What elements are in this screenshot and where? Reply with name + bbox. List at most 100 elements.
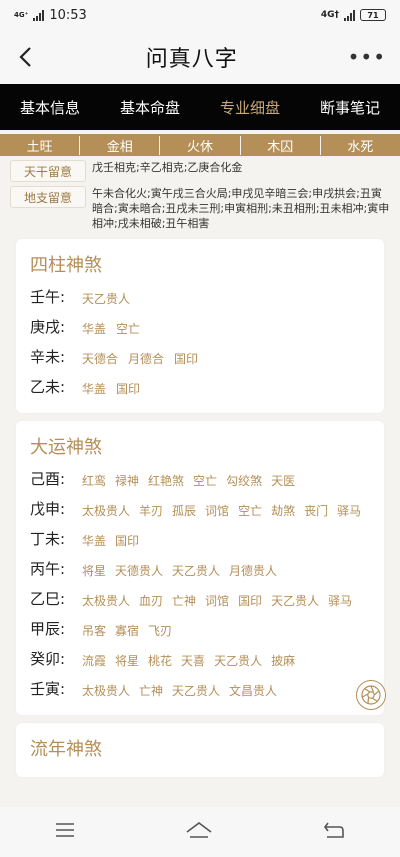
shensha-tag[interactable]: 劫煞 xyxy=(271,500,295,522)
sizhu-shensha-title: 四柱神煞 xyxy=(30,255,102,276)
shensha-tag[interactable]: 天乙贵人 xyxy=(82,288,130,310)
wuxing-bar: 土旺 金相 火休 木囚 水死 xyxy=(0,134,400,156)
tab-basic-chart[interactable]: 基本命盘 xyxy=(120,97,180,118)
shensha-tag[interactable]: 文昌贵人 xyxy=(229,680,277,702)
back-nav-icon[interactable] xyxy=(323,821,345,843)
ganzhi-label: 辛未: xyxy=(30,348,66,366)
shensha-tag[interactable]: 国印 xyxy=(238,590,262,612)
wuxing-wood: 木囚 xyxy=(241,135,321,155)
shensha-tag[interactable]: 华盖 xyxy=(82,378,106,400)
shensha-tag[interactable]: 天乙贵人 xyxy=(172,680,220,702)
shensha-tag[interactable]: 禄神 xyxy=(115,470,139,492)
wuxing-water: 水死 xyxy=(347,139,374,155)
shensha-tag[interactable]: 天乙贵人 xyxy=(271,590,319,612)
shensha-tag[interactable]: 太极贵人 xyxy=(82,590,130,612)
shensha-row: 辛未: 天德合 月德合 国印 xyxy=(30,343,372,371)
shensha-row: 庚戌: 华盖 空亡 xyxy=(30,313,372,341)
status-left: 4G⁺ 10:53 xyxy=(14,8,87,23)
tiangan-notes-text: 戊壬相克;辛乙相克;乙庚合化金 xyxy=(92,161,243,174)
menu-icon[interactable] xyxy=(55,822,75,842)
shensha-tag[interactable]: 月德合 xyxy=(128,348,164,370)
shensha-tag[interactable]: 华盖 xyxy=(82,530,106,552)
shensha-row: 壬寅: 太极贵人 亡神 天乙贵人 文昌贵人 xyxy=(30,675,372,703)
shensha-tag[interactable]: 桃花 xyxy=(148,650,172,672)
shensha-tag[interactable]: 亡神 xyxy=(172,590,196,612)
ganzhi-label: 庚戌: xyxy=(30,318,66,336)
aperture-icon[interactable] xyxy=(356,680,386,710)
shensha-tag[interactable]: 天德贵人 xyxy=(115,560,163,582)
ganzhi-label: 甲辰: xyxy=(30,620,66,638)
tab-pro-chart[interactable]: 专业细盘 xyxy=(220,97,280,118)
status-right: 4G† 71 xyxy=(321,9,386,21)
shensha-row: 丙午: 将星 天德贵人 天乙贵人 月德贵人 xyxy=(30,555,372,583)
wuxing-metal: 金相 xyxy=(80,135,161,155)
battery-icon: 71 xyxy=(360,9,386,21)
system-nav-bar xyxy=(0,807,400,857)
shensha-tag[interactable]: 国印 xyxy=(115,530,139,552)
shensha-tag[interactable]: 吊客 xyxy=(82,620,106,642)
page-title: 问真八字 xyxy=(145,47,238,72)
shensha-tag[interactable]: 天乙贵人 xyxy=(172,560,220,582)
shensha-tag[interactable]: 空亡 xyxy=(116,318,140,340)
shensha-tag[interactable]: 驿马 xyxy=(337,500,361,522)
shensha-row: 丁未: 华盖 国印 xyxy=(30,525,372,553)
shensha-tag[interactable]: 词馆 xyxy=(205,590,229,612)
more-icon[interactable]: ••• xyxy=(348,45,386,69)
shensha-tag[interactable]: 孤辰 xyxy=(172,500,196,522)
shensha-tag[interactable]: 驿马 xyxy=(328,590,352,612)
shensha-row: 甲辰: 吊客 寡宿 飞刃 xyxy=(30,615,372,643)
shensha-row: 己酉: 红鸾 禄神 红艳煞 空亡 勾绞煞 天医 xyxy=(30,465,372,493)
tab-basic-info[interactable]: 基本信息 xyxy=(20,97,80,118)
shensha-tag[interactable]: 勾绞煞 xyxy=(226,470,262,492)
app-header: 问真八字 ••• xyxy=(0,30,400,84)
shensha-tag[interactable]: 血刃 xyxy=(139,590,163,612)
shensha-tag[interactable]: 太极贵人 xyxy=(82,680,130,702)
shensha-tag[interactable]: 流霞 xyxy=(82,650,106,672)
tiangan-notes-row: 天干留意 戊壬相克;辛乙相克;乙庚合化金 xyxy=(10,160,392,182)
shensha-tag[interactable]: 空亡 xyxy=(238,500,262,522)
shensha-tag[interactable]: 天喜 xyxy=(181,650,205,672)
ganzhi-label: 己酉: xyxy=(30,470,66,488)
shensha-tag[interactable]: 太极贵人 xyxy=(82,500,130,522)
tab-notes[interactable]: 断事笔记 xyxy=(320,97,380,118)
shensha-tag[interactable]: 红鸾 xyxy=(82,470,106,492)
liunian-shensha-card: 流年神煞 xyxy=(16,723,384,777)
shensha-row: 戊申: 太极贵人 羊刃 孤辰 词馆 空亡 劫煞 丧门 驿马 xyxy=(30,495,372,523)
shensha-tag[interactable]: 羊刃 xyxy=(139,500,163,522)
back-arrow-icon[interactable] xyxy=(14,46,36,68)
shensha-tag[interactable]: 国印 xyxy=(174,348,198,370)
ganzhi-label: 乙巳: xyxy=(30,590,66,608)
shensha-tag[interactable]: 天医 xyxy=(271,470,295,492)
tab-bar: 基本信息 基本命盘 专业细盘 断事笔记 xyxy=(0,84,400,130)
dayun-shensha-title: 大运神煞 xyxy=(30,437,102,458)
status-bar: 4G⁺ 10:53 4G† 71 xyxy=(0,0,400,30)
shensha-tag[interactable]: 红艳煞 xyxy=(148,470,184,492)
shensha-tag[interactable]: 亡神 xyxy=(139,680,163,702)
shensha-tag[interactable]: 国印 xyxy=(116,378,140,400)
ganzhi-label: 戊申: xyxy=(30,500,66,518)
ganzhi-label: 乙未: xyxy=(30,378,66,396)
home-icon[interactable] xyxy=(186,821,212,843)
shensha-tag[interactable]: 披麻 xyxy=(271,650,295,672)
shensha-tag[interactable]: 华盖 xyxy=(82,318,106,340)
shensha-tag[interactable]: 月德贵人 xyxy=(229,560,277,582)
shensha-tag[interactable]: 寡宿 xyxy=(115,620,139,642)
notes-block: 天干留意 戊壬相克;辛乙相克;乙庚合化金 地支留意 午未合化火;寅午戌三合火局;… xyxy=(0,156,400,231)
wuxing-earth: 土旺 xyxy=(0,135,81,155)
shensha-tag[interactable]: 空亡 xyxy=(193,470,217,492)
tiangan-notes-label: 天干留意 xyxy=(10,160,86,182)
shensha-row: 壬午: 天乙贵人 xyxy=(30,283,372,311)
signal-icon-right xyxy=(344,9,355,21)
shensha-tag[interactable]: 词馆 xyxy=(205,500,229,522)
shensha-tag[interactable]: 将星 xyxy=(82,560,106,582)
shensha-tag[interactable]: 天乙贵人 xyxy=(214,650,262,672)
sizhu-shensha-card: 四柱神煞 壬午: 天乙贵人 庚戌: 华盖 空亡 辛未: 天德合 月德合 国印 乙… xyxy=(16,239,384,413)
shensha-row: 乙未: 华盖 国印 xyxy=(30,373,372,401)
dizhi-notes-label: 地支留意 xyxy=(10,186,86,208)
shensha-tag[interactable]: 将星 xyxy=(115,650,139,672)
signal-icon xyxy=(33,9,45,21)
shensha-tag[interactable]: 丧门 xyxy=(304,500,328,522)
network-indicator-right: 4G† xyxy=(320,10,339,20)
shensha-tag[interactable]: 飞刃 xyxy=(148,620,172,642)
shensha-tag[interactable]: 天德合 xyxy=(82,348,118,370)
